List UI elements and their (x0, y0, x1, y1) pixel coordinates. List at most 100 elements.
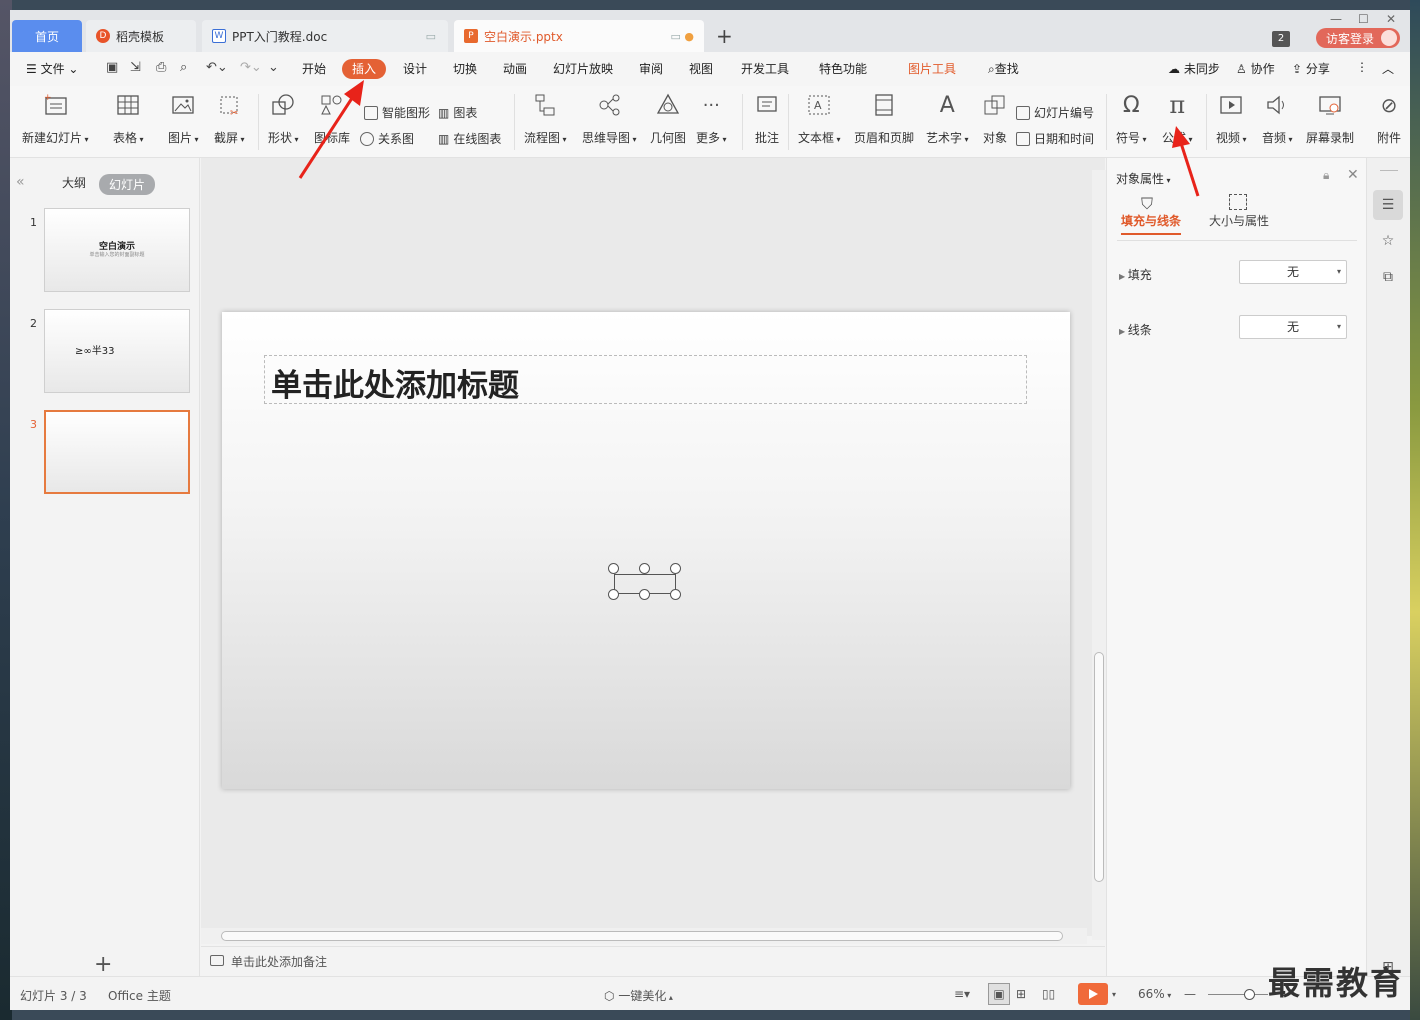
collapse-panel-icon[interactable]: « (16, 174, 25, 190)
zoom-level[interactable]: 66% ▾ (1138, 987, 1171, 1001)
table-button[interactable]: 表格 ▾ (113, 90, 144, 146)
screenshot-button[interactable]: ✂ 截屏 ▾ (214, 90, 245, 146)
menu-file[interactable]: ☰ 文件 ⌄ (26, 60, 78, 77)
picture-button[interactable]: 图片 ▾ (168, 90, 199, 146)
close-icon[interactable]: ✕ (1386, 12, 1396, 26)
line-row[interactable]: ▶ 线条 (1119, 321, 1152, 338)
menu-picture-tools[interactable]: 图片工具 (908, 60, 956, 77)
resize-handle[interactable] (639, 589, 650, 600)
vertical-scrollbar[interactable] (1092, 170, 1106, 940)
zoom-slider[interactable] (1208, 994, 1268, 995)
menu-search[interactable]: ⌕查找 (988, 60, 1019, 77)
properties-title[interactable]: 对象属性 ▾ (1116, 170, 1171, 187)
menu-review[interactable]: 审阅 (639, 60, 663, 77)
print-preview-icon[interactable]: ⌕ (180, 60, 187, 75)
print-icon[interactable]: ⎙ (156, 60, 166, 75)
resize-handle[interactable] (670, 563, 681, 574)
save-icon[interactable]: ▣ (106, 60, 118, 75)
fill-row[interactable]: ▶ 填充 (1119, 266, 1152, 283)
tab-home[interactable]: 首页 (12, 20, 82, 52)
notes-toggle-icon[interactable]: ≡▾ (954, 987, 970, 1001)
slide-thumbnail-2[interactable]: ≥∞半33 (44, 309, 190, 393)
menu-switch[interactable]: 切换 (453, 60, 477, 77)
video-button[interactable]: 视频 ▾ (1216, 90, 1247, 146)
screen-record-button[interactable]: 屏幕录制 (1306, 90, 1354, 146)
datetime-button[interactable]: 日期和时间 (1016, 130, 1094, 147)
tab-size-properties[interactable]: 大小与属性 (1209, 212, 1269, 229)
tab-outline[interactable]: 大纲 (62, 174, 86, 191)
menu-special[interactable]: 特色功能 (819, 60, 867, 77)
resize-handle[interactable] (639, 563, 650, 574)
minimize-icon[interactable]: — (1330, 12, 1342, 26)
zoom-slider-knob[interactable] (1244, 989, 1255, 1000)
menu-slideshow[interactable]: 幻灯片放映 (553, 60, 613, 77)
add-slide-button[interactable]: + (94, 952, 112, 977)
tab-ppt[interactable]: P 空白演示.pptx ▭ ● (454, 20, 704, 52)
slide-thumbnail-1[interactable]: 空白演示 单击输入您的封面副标题 (44, 208, 190, 292)
menu-design[interactable]: 设计 (403, 60, 427, 77)
fill-select[interactable]: 无 ▾ (1239, 260, 1347, 284)
textbox-button[interactable]: A 文本框 ▾ (798, 90, 841, 146)
menu-view[interactable]: 视图 (689, 60, 713, 77)
more-options-icon[interactable]: ⋮ (1356, 60, 1368, 74)
window-count-badge[interactable]: 2 (1272, 31, 1290, 47)
tab-slides[interactable]: 幻灯片 (99, 174, 156, 195)
animation-star-icon[interactable]: ☆ (1373, 226, 1403, 256)
resize-handle[interactable] (608, 589, 619, 600)
play-options-icon[interactable]: ▾ (1112, 990, 1116, 999)
title-placeholder[interactable]: 单击此处添加标题 (264, 355, 1027, 404)
object-button[interactable]: 对象 (980, 90, 1010, 146)
zoom-out-icon[interactable]: — (1184, 987, 1196, 1001)
collab-button[interactable]: ♙ 协作 (1236, 60, 1275, 77)
menu-start[interactable]: 开始 (302, 60, 326, 77)
redo-icon[interactable]: ↷⌄ (240, 60, 262, 75)
wordart-button[interactable]: A 艺术字 ▾ (926, 90, 969, 146)
flowchart-button[interactable]: 流程图 ▾ (524, 90, 567, 146)
symbol-button[interactable]: Ω 符号 ▾ (1116, 90, 1147, 146)
attachment-button[interactable]: ⊘ 附件 (1374, 90, 1404, 146)
tab-fill-line[interactable]: 填充与线条 (1121, 212, 1182, 235)
normal-view-icon[interactable]: ▣ (988, 983, 1010, 1005)
vertical-scroll-thumb[interactable] (1094, 652, 1104, 882)
menu-insert[interactable]: 插入 (342, 59, 386, 79)
new-slide-button[interactable]: + 新建幻灯片 ▾ (22, 90, 89, 146)
copy-format-icon[interactable]: ⧉ (1373, 262, 1403, 292)
comment-button[interactable]: 批注 (752, 90, 782, 146)
chart-button[interactable]: ▥ 图表 (438, 104, 477, 121)
customize-icon[interactable]: ⌄ (268, 60, 279, 75)
theme-status[interactable]: Office 主题 (108, 987, 171, 1004)
reading-view-icon[interactable]: ▯▯ (1042, 987, 1055, 1001)
sync-status[interactable]: ☁ 未同步 (1168, 60, 1220, 77)
audio-button[interactable]: 音频 ▾ (1262, 90, 1293, 146)
menu-devtools[interactable]: 开发工具 (741, 60, 789, 77)
tab-daoke[interactable]: D 稻壳模板 (86, 20, 196, 52)
notes-area[interactable]: 单击此处添加备注 (201, 946, 1105, 976)
guest-login-button[interactable]: 访客登录 (1316, 28, 1400, 48)
play-slideshow-button[interactable] (1078, 983, 1108, 1005)
tab-doc[interactable]: W PPT入门教程.doc ▭ (202, 20, 448, 52)
share-button[interactable]: ⇪ 分享 (1292, 60, 1330, 77)
line-select[interactable]: 无 ▾ (1239, 315, 1347, 339)
slide-thumbnail-3[interactable] (44, 410, 190, 494)
new-tab-button[interactable]: + (716, 24, 733, 48)
horizontal-scrollbar[interactable] (201, 928, 1087, 944)
undo-icon[interactable]: ↶⌄ (206, 60, 228, 75)
slide-sorter-icon[interactable]: ⊞ (1016, 987, 1026, 1001)
properties-settings-icon[interactable]: ☰ (1373, 190, 1403, 220)
online-chart-button[interactable]: ▥ 在线图表 (438, 130, 501, 147)
menu-animation[interactable]: 动画 (503, 60, 527, 77)
geometry-button[interactable]: 几何图 (650, 90, 686, 146)
header-footer-button[interactable]: 页眉和页脚 (854, 90, 914, 146)
maximize-icon[interactable]: ☐ (1358, 12, 1369, 26)
lock-icon[interactable]: 🔒︎ (1323, 168, 1329, 183)
more-button[interactable]: ··· 更多 ▾ (696, 90, 727, 146)
slide-number-button[interactable]: 幻灯片编号 (1016, 104, 1094, 121)
horizontal-scroll-thumb[interactable] (221, 931, 1063, 941)
close-pane-icon[interactable]: ✕ (1347, 167, 1359, 183)
resize-handle[interactable] (608, 563, 619, 574)
save-as-icon[interactable]: ⇲ (130, 60, 141, 75)
collapse-ribbon-icon[interactable]: ︿ (1382, 60, 1394, 77)
mindmap-button[interactable]: 思维导图 ▾ (582, 90, 637, 146)
resize-handle[interactable] (670, 589, 681, 600)
beautify-button[interactable]: ⬡ 一键美化 ▴ (604, 987, 673, 1004)
